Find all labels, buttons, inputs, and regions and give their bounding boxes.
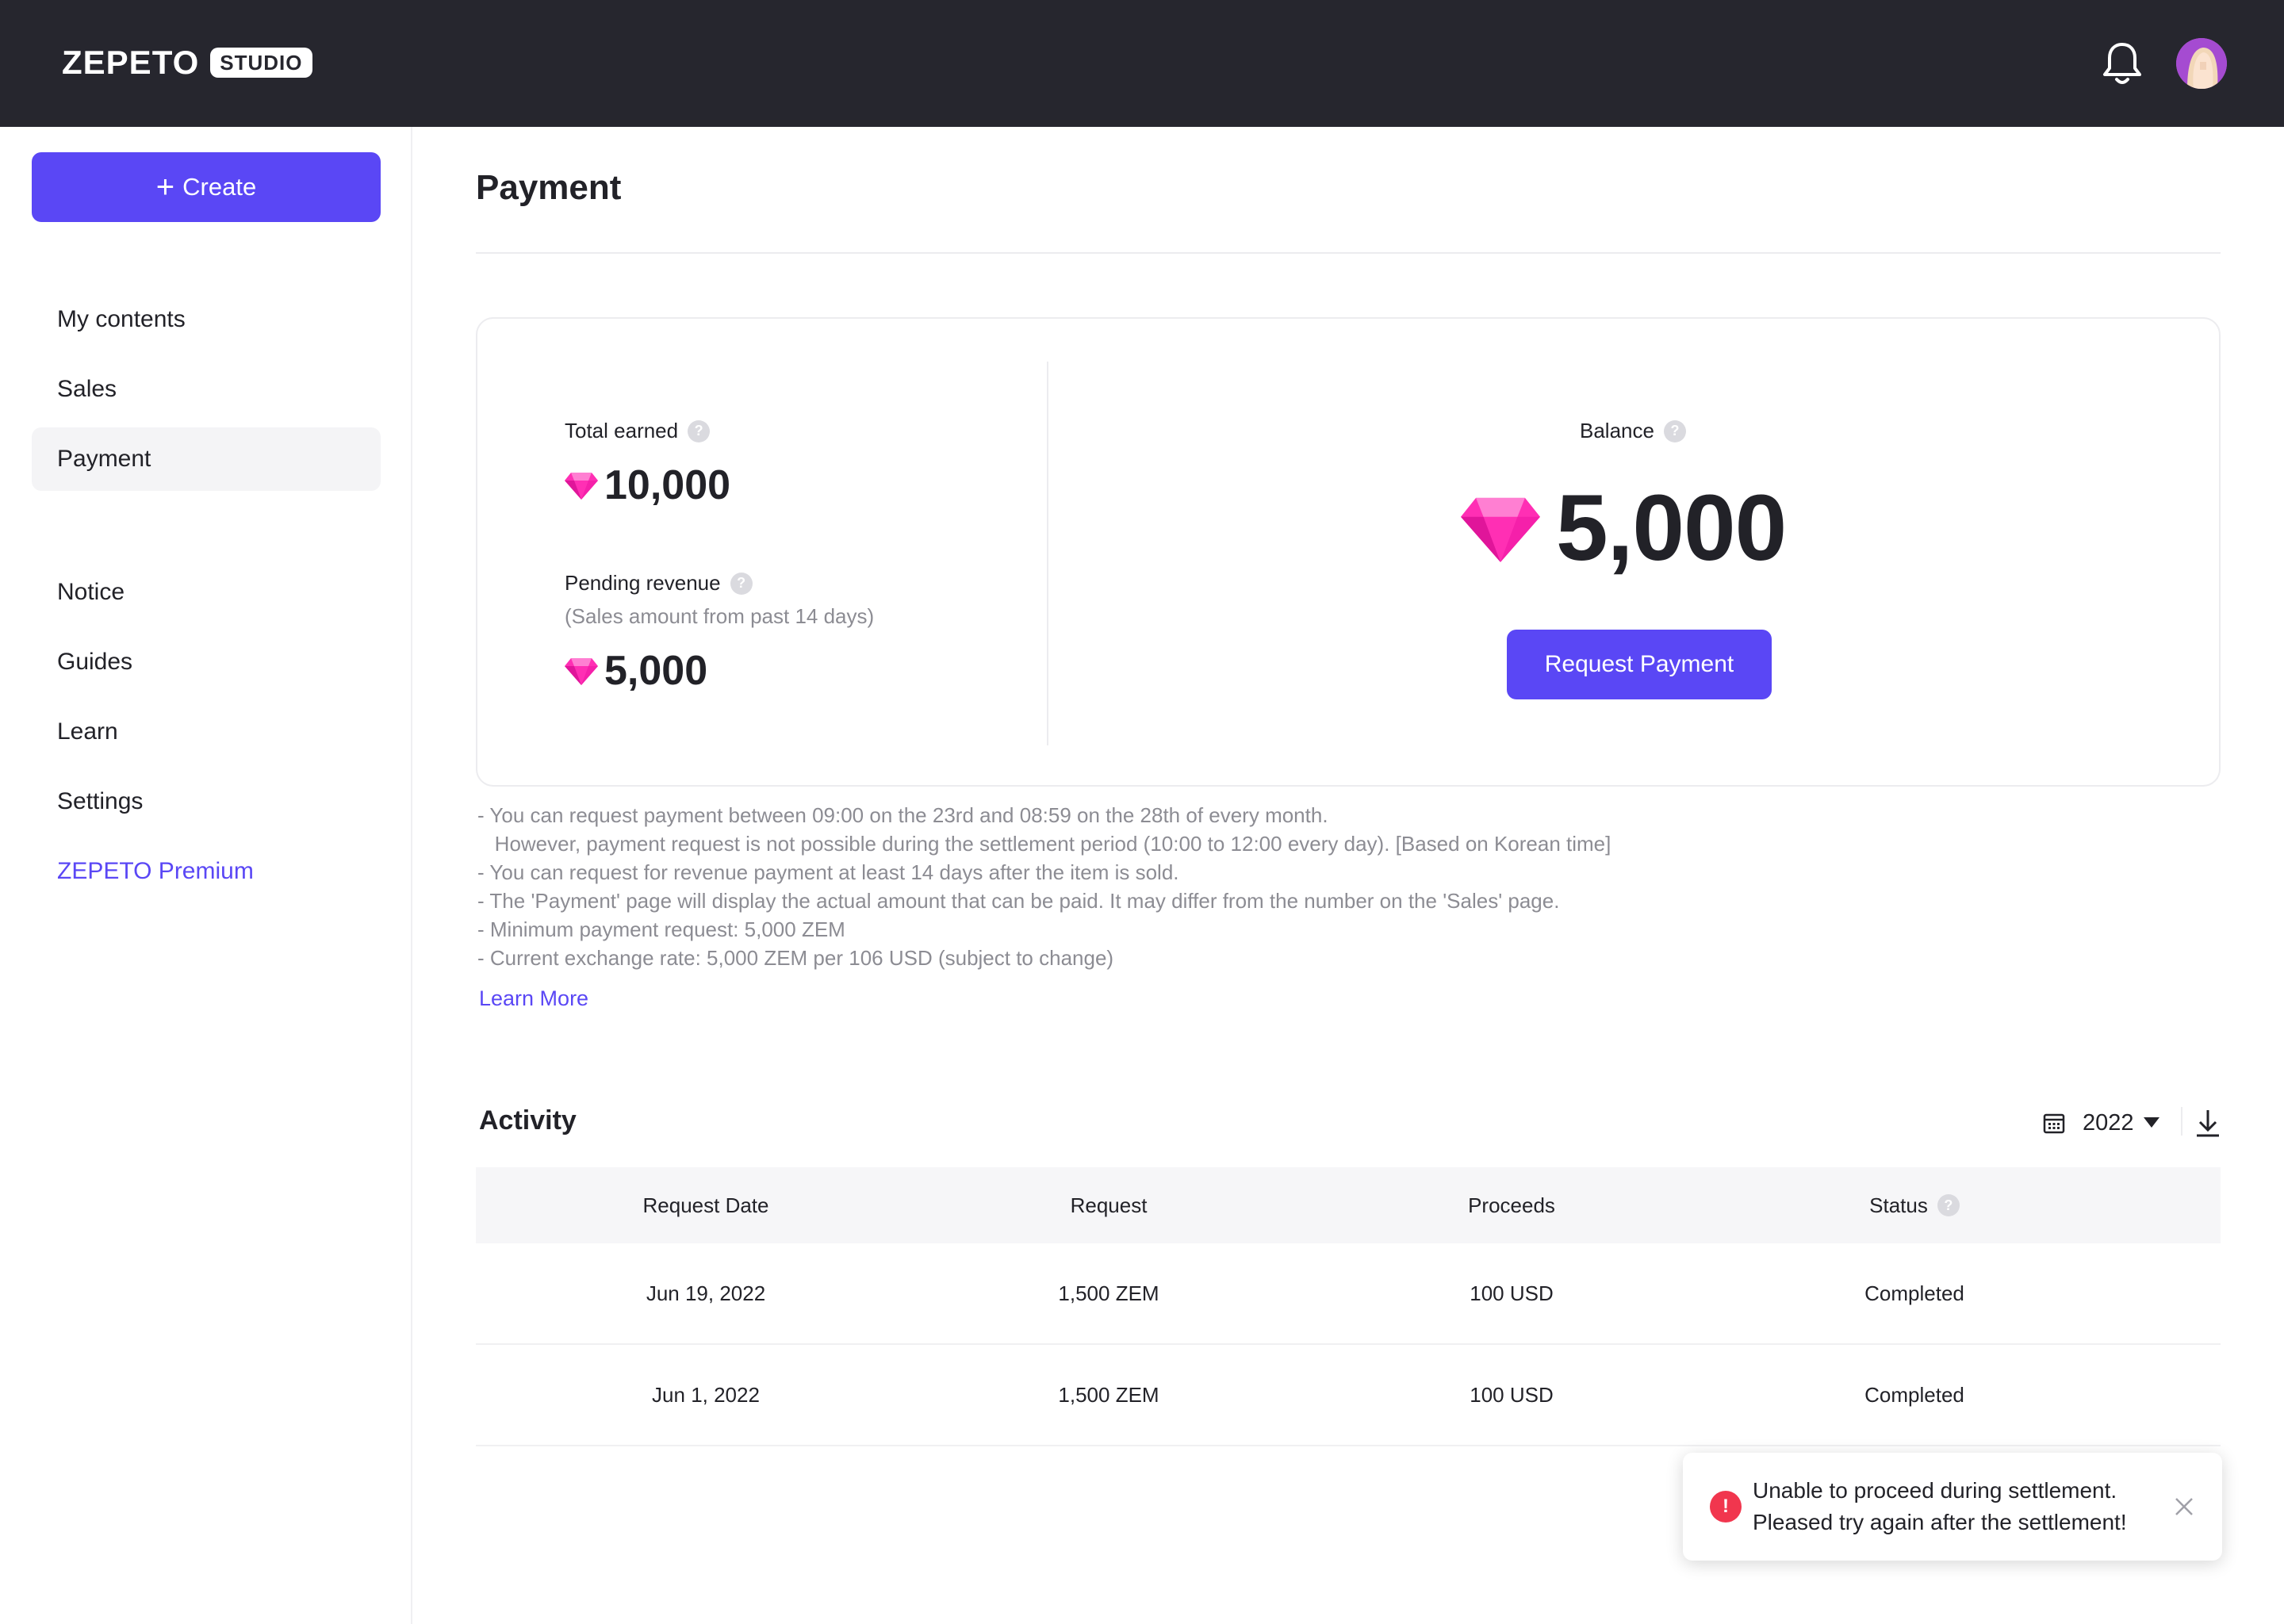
year-value: 2022: [2083, 1109, 2134, 1136]
sidebar-item-learn[interactable]: Learn: [32, 700, 381, 764]
column-header-proceeds: Proceeds: [1468, 1193, 1555, 1217]
divider: [476, 252, 2221, 254]
logo-badge: STUDIO: [210, 48, 312, 78]
zepeto-studio-logo[interactable]: ZEPETO STUDIO: [62, 44, 312, 81]
create-label: Create: [182, 173, 257, 201]
help-icon[interactable]: ?: [730, 572, 753, 595]
calendar-icon: [2043, 1113, 2065, 1134]
pending-revenue-number: 5,000: [604, 648, 708, 694]
top-bar: ZEPETO STUDIO: [0, 0, 2284, 127]
toast-message: Unable to proceed during settlement. Ple…: [1753, 1475, 2127, 1538]
request-payment-button[interactable]: Request Payment: [1507, 630, 1772, 699]
toast-line: Unable to proceed during settlement.: [1753, 1478, 2117, 1503]
caret-down-icon: [2143, 1117, 2159, 1128]
pending-revenue-text: Pending revenue: [565, 571, 721, 595]
pending-revenue-value: 5,000: [565, 647, 707, 695]
sidebar: + Create My contents Sales Payment Notic…: [0, 127, 412, 1624]
zem-gem-icon: [1461, 497, 1540, 562]
status-cell: Completed: [1864, 1382, 1964, 1407]
pending-revenue-note: (Sales amount from past 14 days): [565, 604, 875, 628]
balance-value: 5,000: [1461, 474, 1787, 582]
sidebar-item-my-contents[interactable]: My contents: [32, 288, 381, 351]
payment-notes: - You can request payment between 09:00 …: [477, 801, 2222, 972]
activity-title: Activity: [479, 1105, 577, 1136]
balance-text: Balance: [1580, 419, 1654, 442]
table-row: Jun 19, 2022 1,500 ZEM 100 USD Completed: [476, 1243, 2221, 1345]
balance-label: Balance ?: [1580, 419, 1686, 443]
request-cell: 1,500 ZEM: [1058, 1281, 1159, 1305]
total-earned-label: Total earned ?: [565, 419, 711, 443]
status-header-text: Status: [1869, 1193, 1928, 1217]
error-toast: ! Unable to proceed during settlement. P…: [1683, 1453, 2222, 1561]
note-line: - Current exchange rate: 5,000 ZEM per 1…: [477, 946, 1114, 970]
note-line: - You can request payment between 09:00 …: [477, 803, 1328, 827]
plus-icon: +: [155, 170, 175, 205]
help-icon[interactable]: ?: [1937, 1194, 1960, 1216]
sidebar-item-guides[interactable]: Guides: [32, 630, 381, 694]
table-row: Jun 1, 2022 1,500 ZEM 100 USD Completed: [476, 1345, 2221, 1446]
total-earned-text: Total earned: [565, 419, 679, 442]
column-header-request: Request: [1070, 1193, 1148, 1217]
logo-word: ZEPETO: [62, 44, 200, 81]
bell-icon[interactable]: [2100, 40, 2144, 87]
proceeds-cell: 100 USD: [1470, 1382, 1554, 1407]
sidebar-item-payment[interactable]: Payment: [32, 427, 381, 491]
avatar[interactable]: [2176, 38, 2227, 89]
proceeds-cell: 100 USD: [1470, 1281, 1554, 1305]
column-header-request-date: Request Date: [642, 1193, 769, 1217]
status-cell: Completed: [1864, 1281, 1964, 1305]
note-line: - The 'Payment' page will display the ac…: [477, 889, 1560, 913]
create-button[interactable]: + Create: [32, 152, 381, 222]
zem-gem-icon: [565, 658, 598, 685]
close-icon[interactable]: [2171, 1494, 2197, 1519]
error-icon: !: [1710, 1491, 1742, 1522]
request-date-cell: Jun 1, 2022: [652, 1382, 760, 1407]
card-divider: [1047, 362, 1048, 745]
zem-gem-icon: [565, 473, 598, 500]
request-cell: 1,500 ZEM: [1058, 1382, 1159, 1407]
help-icon[interactable]: ?: [688, 419, 711, 442]
sidebar-item-notice[interactable]: Notice: [32, 561, 381, 624]
pending-revenue-label: Pending revenue ?: [565, 571, 753, 596]
divider: [2181, 1107, 2182, 1136]
download-icon[interactable]: [2194, 1107, 2222, 1139]
total-earned-number: 10,000: [604, 462, 731, 508]
year-filter-dropdown[interactable]: 2022: [2043, 1107, 2159, 1139]
table-header: Request Date Request Proceeds Status ?: [476, 1167, 2221, 1243]
learn-more-link[interactable]: Learn More: [479, 986, 588, 1011]
page-title: Payment: [476, 168, 622, 207]
column-header-status: Status ?: [1713, 1193, 2116, 1218]
activity-table: Request Date Request Proceeds Status ? J…: [476, 1167, 2221, 1446]
help-icon[interactable]: ?: [1663, 419, 1686, 442]
sidebar-item-zepeto-premium[interactable]: ZEPETO Premium: [32, 840, 381, 903]
note-line: - You can request for revenue payment at…: [477, 860, 1179, 884]
toast-line: Pleased try again after the settlement!: [1753, 1510, 2127, 1534]
note-line: - Minimum payment request: 5,000 ZEM: [477, 917, 845, 941]
payment-summary-card: Total earned ? 10,000 Pending revenue ? …: [476, 317, 2221, 787]
balance-number: 5,000: [1556, 476, 1787, 580]
note-line: However, payment request is not possible…: [477, 832, 1611, 856]
sidebar-item-settings[interactable]: Settings: [32, 770, 381, 833]
request-date-cell: Jun 19, 2022: [646, 1281, 766, 1305]
sidebar-item-sales[interactable]: Sales: [32, 358, 381, 421]
total-earned-value: 10,000: [565, 462, 730, 509]
